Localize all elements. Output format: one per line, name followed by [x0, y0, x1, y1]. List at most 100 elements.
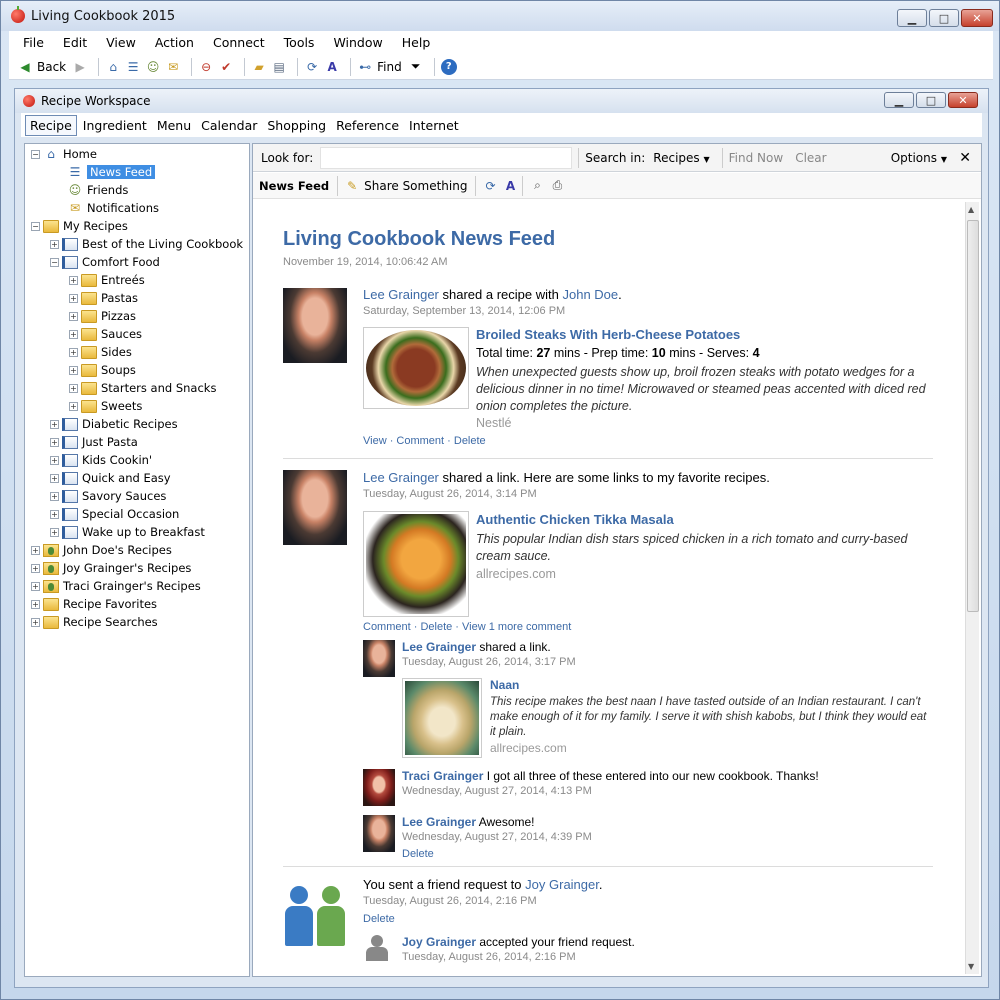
expand-icon[interactable]: + [50, 509, 59, 519]
expand-icon[interactable]: + [50, 491, 59, 501]
expand-icon[interactable]: + [31, 599, 40, 609]
back-button[interactable]: ◀ Back [17, 57, 66, 77]
close-search-icon[interactable]: ✕ [959, 150, 971, 166]
recipe-title-link[interactable]: Authentic Chicken Tikka Masala [476, 512, 674, 527]
recipe-image[interactable] [402, 678, 482, 758]
close-button[interactable]: ✕ [961, 9, 993, 27]
refresh-icon[interactable]: ⟳ [482, 178, 498, 194]
expand-icon[interactable]: + [50, 473, 59, 483]
expand-icon[interactable]: + [31, 563, 40, 573]
tree-item-news-feed[interactable]: ☰ News Feed [67, 163, 156, 181]
expand-icon[interactable]: + [50, 437, 59, 447]
options-dropdown[interactable]: Options ▼ [891, 151, 947, 165]
scroll-thumb[interactable] [967, 220, 979, 612]
print-icon[interactable]: ⎙ [549, 178, 565, 194]
friends-icon[interactable]: ☺ [145, 59, 161, 75]
help-icon[interactable]: ? [440, 58, 457, 75]
workspace-close-button[interactable]: ✕ [948, 92, 978, 108]
font-icon[interactable]: A [324, 59, 340, 75]
tab-reference[interactable]: Reference [332, 116, 403, 135]
print-preview-icon[interactable]: ⌕ [529, 178, 545, 194]
tree-item-cookbook[interactable]: − Comfort Food [50, 253, 160, 271]
workspace-maximize-button[interactable]: □ [916, 92, 946, 108]
author-link[interactable]: Lee Grainger [363, 287, 439, 302]
tab-internet[interactable]: Internet [405, 116, 463, 135]
tree-item-cookbook[interactable]: + Best of the Living Cookbook [50, 235, 243, 253]
notifications-icon[interactable]: ✉ [165, 59, 181, 75]
news-feed-tab[interactable]: News Feed [259, 179, 329, 193]
scroll-down-icon[interactable]: ▼ [968, 962, 974, 971]
expand-icon[interactable]: + [50, 419, 59, 429]
expand-icon[interactable]: + [69, 401, 78, 411]
scroll-up-icon[interactable]: ▲ [968, 205, 974, 214]
author-link[interactable]: Lee Grainger [363, 470, 439, 485]
avatar[interactable] [363, 640, 395, 677]
expand-icon[interactable]: + [69, 365, 78, 375]
tree-item-cookbook[interactable]: + Just Pasta [50, 433, 138, 451]
vertical-scrollbar[interactable]: ▲ ▼ [965, 202, 979, 974]
open-folder-icon[interactable]: ▰ [251, 59, 267, 75]
home-icon[interactable]: ⌂ [105, 59, 121, 75]
tree-item-notifications[interactable]: ✉ Notifications [67, 199, 159, 217]
tree-item-friends[interactable]: ☺ Friends [67, 181, 129, 199]
forward-arrow-icon[interactable]: ▶ [72, 59, 88, 75]
expand-icon[interactable]: + [31, 617, 40, 627]
tree-item-cookbook[interactable]: + Special Occasion [50, 505, 179, 523]
tree-item-folder[interactable]: + Pastas [69, 289, 138, 307]
collapse-icon[interactable]: − [31, 221, 40, 231]
expand-icon[interactable]: + [50, 527, 59, 537]
tree-item-folder[interactable]: + Sweets [69, 397, 142, 415]
tree-item-cookbook[interactable]: + Diabetic Recipes [50, 415, 178, 433]
tab-menu[interactable]: Menu [153, 116, 195, 135]
collapse-icon[interactable]: − [50, 257, 59, 267]
target-link[interactable]: Joy Grainger [525, 877, 599, 892]
menu-connect[interactable]: Connect [213, 35, 265, 50]
delete-link[interactable]: Delete [363, 913, 395, 925]
recipe-title-link[interactable]: Naan [490, 678, 519, 692]
tree-item-folder[interactable]: + Entreés [69, 271, 145, 289]
recipe-image[interactable] [363, 327, 469, 409]
expand-icon[interactable]: + [69, 311, 78, 321]
recipe-image[interactable] [363, 511, 469, 617]
expand-icon[interactable]: + [69, 275, 78, 285]
author-link[interactable]: Joy Grainger [402, 935, 476, 949]
expand-icon[interactable]: + [69, 383, 78, 393]
check-icon[interactable]: ✔ [218, 59, 234, 75]
expand-icon[interactable]: + [69, 329, 78, 339]
tree-item-folder[interactable]: + Soups [69, 361, 136, 379]
menu-action[interactable]: Action [155, 35, 194, 50]
tree-item-folder[interactable]: + Starters and Snacks [69, 379, 216, 397]
search-scope-dropdown[interactable]: Recipes ▼ [653, 151, 709, 165]
menu-edit[interactable]: Edit [63, 35, 87, 50]
menu-tools[interactable]: Tools [284, 35, 315, 50]
tree-item-folder[interactable]: + Pizzas [69, 307, 136, 325]
menu-window[interactable]: Window [333, 35, 382, 50]
list-icon[interactable]: ☰ [125, 59, 141, 75]
tree-item-user-recipes[interactable]: + Joy Grainger's Recipes [31, 559, 191, 577]
recipe-title-link[interactable]: Broiled Steaks With Herb-Cheese Potatoes [476, 327, 740, 342]
tree-item-user-recipes[interactable]: + John Doe's Recipes [31, 541, 172, 559]
stop-icon[interactable]: ⊖ [198, 59, 214, 75]
expand-icon[interactable]: + [69, 293, 78, 303]
maximize-button[interactable]: □ [929, 9, 959, 27]
avatar[interactable] [283, 470, 347, 545]
author-link[interactable]: Lee Grainger [402, 815, 476, 829]
workspace-minimize-button[interactable]: ▁ [884, 92, 914, 108]
tree-item-my-recipes[interactable]: − My Recipes [31, 217, 128, 235]
tree-item-cookbook[interactable]: + Savory Sauces [50, 487, 166, 505]
tree-item-home[interactable]: − ⌂ Home [31, 145, 97, 163]
menu-help[interactable]: Help [402, 35, 431, 50]
font-icon[interactable]: A [502, 178, 518, 194]
tab-calendar[interactable]: Calendar [197, 116, 261, 135]
tree-item-folder[interactable]: + Sides [69, 343, 132, 361]
avatar[interactable] [363, 769, 395, 806]
author-link[interactable]: Traci Grainger [402, 769, 483, 783]
expand-icon[interactable]: + [31, 545, 40, 555]
share-something-button[interactable]: ✎ Share Something [344, 178, 467, 194]
clear-button[interactable]: Clear [795, 151, 826, 165]
tab-ingredient[interactable]: Ingredient [79, 116, 151, 135]
tree-item-user-recipes[interactable]: + Traci Grainger's Recipes [31, 577, 201, 595]
expand-icon[interactable]: + [69, 347, 78, 357]
tree-item-searches[interactable]: + Recipe Searches [31, 613, 158, 631]
menu-file[interactable]: File [23, 35, 44, 50]
